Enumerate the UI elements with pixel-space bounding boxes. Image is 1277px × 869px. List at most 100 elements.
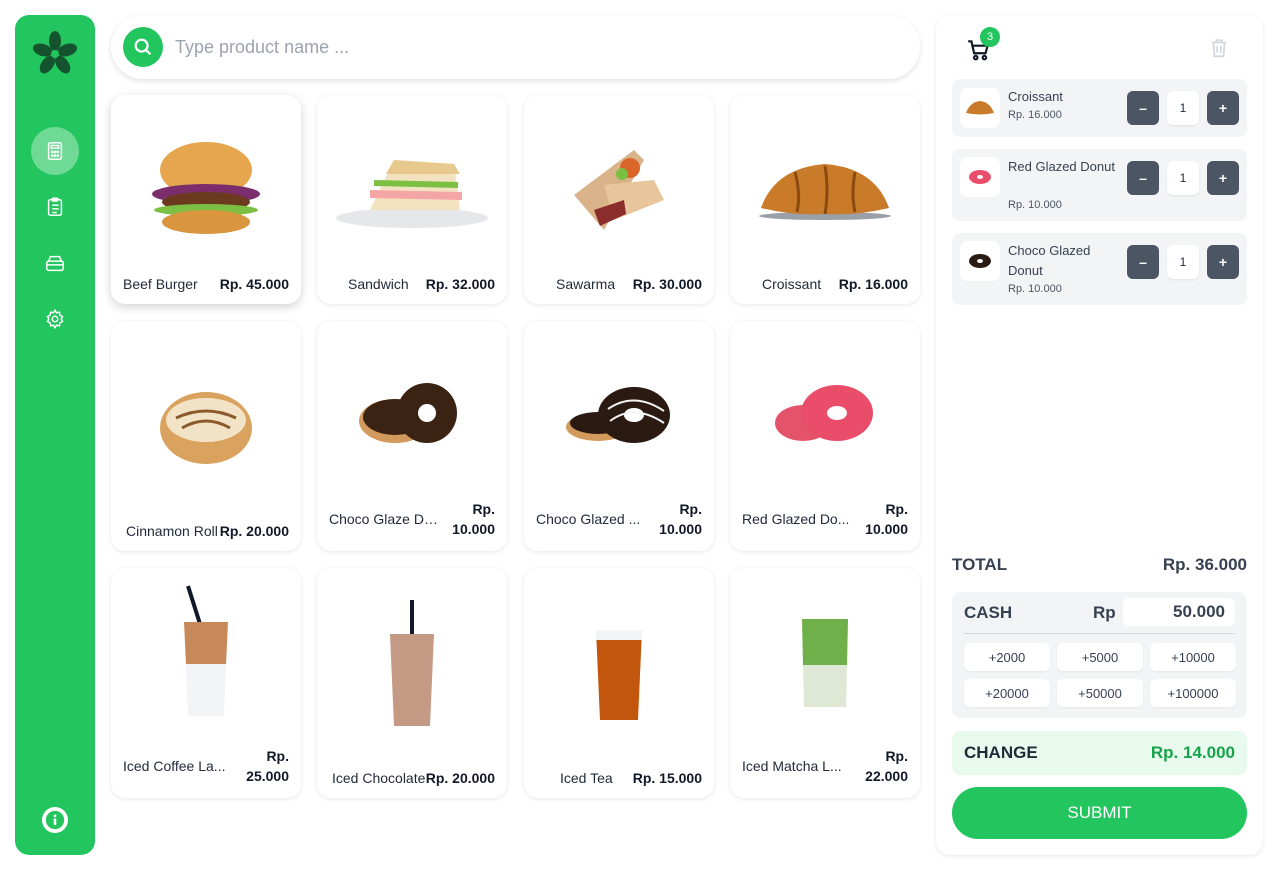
product-price: Rp. 22.000 (865, 748, 908, 784)
quick-cash-button[interactable]: +5000 (1057, 643, 1143, 671)
trash-icon[interactable] (1208, 37, 1230, 59)
increase-qty-button[interactable]: + (1207, 161, 1239, 195)
decrease-qty-button[interactable]: – (1127, 91, 1159, 125)
increase-qty-button[interactable]: + (1207, 91, 1239, 125)
product-price: Rp. 45.000 (219, 276, 289, 292)
cart-count-badge: 3 (980, 27, 1000, 47)
product-name: Red Glazed Do... (742, 511, 850, 527)
product-info: Beef Burger Rp. 45.000 (123, 276, 289, 292)
change-section: CHANGE Rp. 14.000 (952, 731, 1247, 775)
product-price: Rp. 16.000 (838, 276, 908, 292)
product-card[interactable]: Iced Tea Rp. 15.000 (524, 568, 714, 798)
qty-value[interactable]: 1 (1167, 245, 1199, 279)
product-price: Rp. 20.000 (425, 770, 495, 786)
info-button[interactable] (42, 807, 68, 833)
sidebar (15, 15, 95, 855)
divider (964, 633, 1235, 634)
cart-item-price: Rp. 10.000 (1008, 199, 1062, 211)
product-card[interactable]: Iced Chocolate Rp. 20.000 (317, 568, 507, 798)
search-bar (111, 15, 920, 79)
cash-section: CASH Rp 50.000 +2000 +5000 +10000 +20000… (952, 592, 1247, 718)
product-card[interactable]: Beef Burger Rp. 45.000 (111, 95, 301, 304)
product-card[interactable]: Red Glazed Do... Rp. 10.000 (730, 321, 920, 551)
product-card[interactable]: Sandwich Rp. 32.000 (317, 95, 507, 304)
product-name: Iced Tea (560, 770, 613, 786)
nav-settings[interactable] (31, 295, 79, 343)
choco-glazed-donut-image (524, 361, 714, 471)
cart-item-price: Rp. 10.000 (1008, 283, 1062, 295)
total-label: TOTAL (952, 555, 1008, 574)
quick-cash-button[interactable]: +2000 (964, 643, 1050, 671)
product-price: Rp. 10.000 (659, 501, 702, 537)
iced-tea-image (524, 618, 714, 728)
nav-orders[interactable] (31, 183, 79, 231)
quick-cash-button[interactable]: +100000 (1150, 679, 1236, 707)
product-price: Rp. 15.000 (632, 770, 702, 786)
product-name: Iced Matcha L... (742, 758, 842, 774)
quick-cash-button[interactable]: +20000 (964, 679, 1050, 707)
product-price: Rp. 32.000 (425, 276, 495, 292)
submit-button[interactable]: SUBMIT (952, 787, 1247, 839)
product-card[interactable]: Croissant Rp. 16.000 (730, 95, 920, 304)
product-info: Sandwich Rp. 32.000 (329, 276, 495, 292)
quick-cash-button[interactable]: +50000 (1057, 679, 1143, 707)
product-info: Choco Glaze Don... Rp. 10.000 (329, 499, 495, 539)
cart-item-name: Croissant (1008, 89, 1063, 104)
cart-panel: 3 Croissant Rp. 16.000 – 1 + Red Glazed … (936, 15, 1263, 855)
decrease-qty-button[interactable]: – (1127, 245, 1159, 279)
search-input[interactable] (175, 36, 875, 58)
burger-image (111, 125, 301, 255)
gear-icon (46, 308, 64, 330)
product-info: Choco Glazed ... Rp. 10.000 (536, 499, 702, 539)
cash-input[interactable]: 50.000 (1123, 598, 1235, 626)
red-donut-thumbnail (960, 157, 1000, 197)
product-name: Choco Glazed ... (536, 511, 641, 527)
product-info: Cinnamon Roll Rp. 20.000 (123, 523, 289, 539)
product-price: Rp. 25.000 (246, 748, 289, 784)
product-card[interactable]: Choco Glazed ... Rp. 10.000 (524, 321, 714, 551)
cart-item-name: Choco Glazed Donut (1008, 243, 1091, 278)
archive-box-icon (46, 255, 64, 272)
product-price: Rp. 30.000 (632, 276, 702, 292)
product-info: Iced Chocolate Rp. 20.000 (329, 770, 495, 786)
product-info: Iced Matcha L... Rp. 22.000 (742, 746, 908, 786)
product-info: Croissant Rp. 16.000 (742, 276, 908, 292)
qty-value[interactable]: 1 (1167, 161, 1199, 195)
product-card[interactable]: Choco Glaze Don... Rp. 10.000 (317, 321, 507, 551)
croissant-image (730, 145, 920, 235)
cash-currency: Rp (1093, 603, 1116, 622)
choco-donut-thumbnail (960, 241, 1000, 281)
product-card[interactable]: Cinnamon Roll Rp. 20.000 (111, 321, 301, 551)
product-name: Sandwich (348, 276, 409, 292)
qty-value[interactable]: 1 (1167, 91, 1199, 125)
quick-cash-button[interactable]: +10000 (1150, 643, 1236, 671)
calculator-icon (47, 142, 63, 160)
iced-matcha-latte-image (730, 612, 920, 712)
product-card[interactable]: Iced Coffee La... Rp. 25.000 (111, 568, 301, 798)
product-card[interactable]: Sawarma Rp. 30.000 (524, 95, 714, 304)
product-info: Red Glazed Do... Rp. 10.000 (742, 499, 908, 539)
nav-inventory[interactable] (31, 239, 79, 287)
info-icon (45, 810, 65, 830)
cinnamon-roll-image (111, 361, 301, 491)
product-price: Rp. 10.000 (865, 501, 908, 537)
decrease-qty-button[interactable]: – (1127, 161, 1159, 195)
product-name: Iced Coffee La... (123, 758, 226, 774)
product-info: Iced Coffee La... Rp. 25.000 (123, 746, 289, 786)
product-name: Croissant (762, 276, 822, 292)
flower-logo (33, 31, 77, 74)
change-label: CHANGE (964, 743, 1038, 762)
product-name: Choco Glaze Don... (329, 511, 443, 527)
product-card[interactable]: Iced Matcha L... Rp. 22.000 (730, 568, 920, 798)
product-name: Cinnamon Roll (126, 523, 218, 539)
change-value: Rp. 14.000 (1150, 743, 1235, 762)
product-name: Iced Chocolate (332, 770, 426, 786)
product-info: Sawarma Rp. 30.000 (536, 276, 702, 292)
product-name: Sawarma (556, 276, 616, 292)
nav-calculator[interactable] (31, 127, 79, 175)
total-value: Rp. 36.000 (1162, 555, 1247, 574)
product-name: Beef Burger (123, 276, 198, 292)
increase-qty-button[interactable]: + (1207, 245, 1239, 279)
search-icon (134, 38, 152, 56)
search-button[interactable] (123, 27, 163, 67)
